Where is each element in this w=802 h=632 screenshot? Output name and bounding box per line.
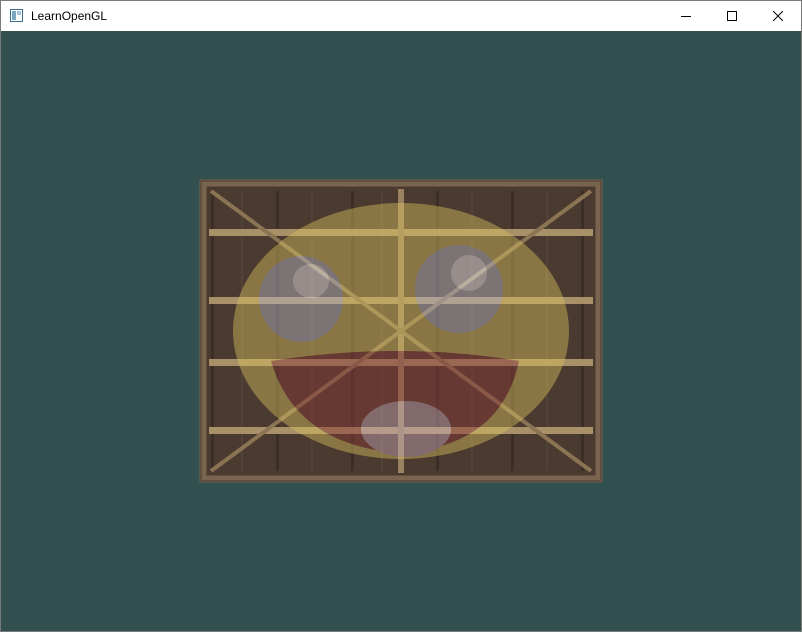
opengl-viewport[interactable] [1,31,801,631]
textured-quad [199,179,603,483]
smiley-tongue [361,401,451,457]
minimize-button[interactable] [663,1,709,31]
close-icon [773,11,783,21]
title-bar[interactable]: LearnOpenGL [1,1,801,31]
minimize-icon [681,16,691,17]
window-title: LearnOpenGL [31,9,108,23]
maximize-button[interactable] [709,1,755,31]
render-canvas [1,31,801,631]
window-app-icon [10,9,23,22]
smiley-overlay [233,203,569,459]
maximize-icon [727,11,737,21]
app-window: LearnOpenGL [0,0,802,632]
close-button[interactable] [755,1,801,31]
